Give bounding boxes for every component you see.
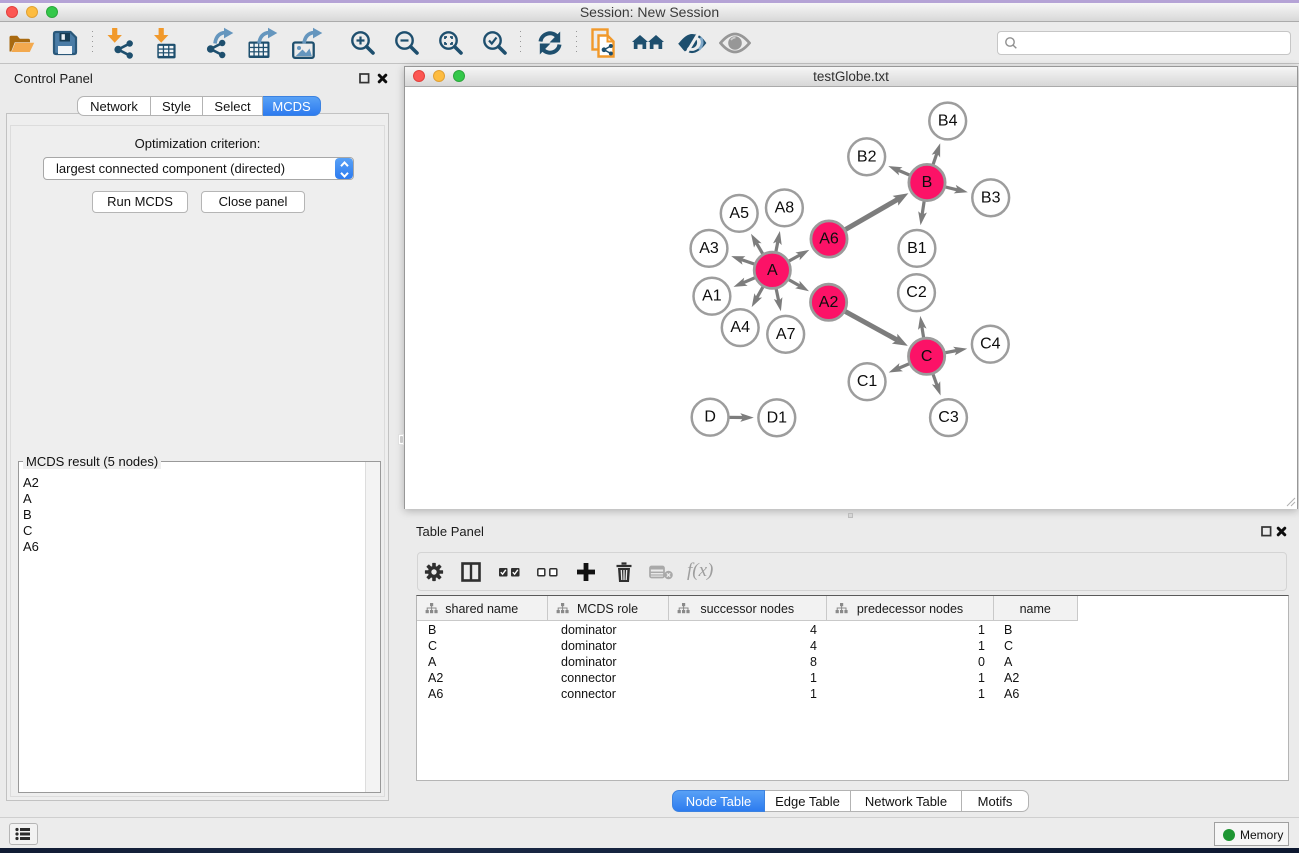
svg-text:B2: B2 <box>857 148 877 165</box>
svg-text:B: B <box>922 174 933 191</box>
svg-text:C4: C4 <box>980 336 1001 353</box>
svg-text:C3: C3 <box>938 409 959 426</box>
svg-text:A8: A8 <box>775 199 795 216</box>
svg-text:A7: A7 <box>776 326 796 343</box>
svg-text:D: D <box>704 409 716 426</box>
svg-text:B3: B3 <box>981 189 1001 206</box>
svg-text:B1: B1 <box>907 240 927 257</box>
svg-text:A2: A2 <box>819 294 839 311</box>
svg-text:D1: D1 <box>767 409 788 426</box>
svg-text:C2: C2 <box>906 284 927 301</box>
svg-text:A: A <box>767 262 778 279</box>
svg-text:A4: A4 <box>730 319 750 336</box>
svg-text:C: C <box>921 348 933 365</box>
svg-text:C1: C1 <box>857 373 878 390</box>
svg-text:A5: A5 <box>729 205 749 222</box>
svg-text:A3: A3 <box>699 240 719 257</box>
svg-text:B4: B4 <box>938 113 958 130</box>
svg-text:A1: A1 <box>702 288 722 305</box>
svg-text:A6: A6 <box>819 231 839 248</box>
